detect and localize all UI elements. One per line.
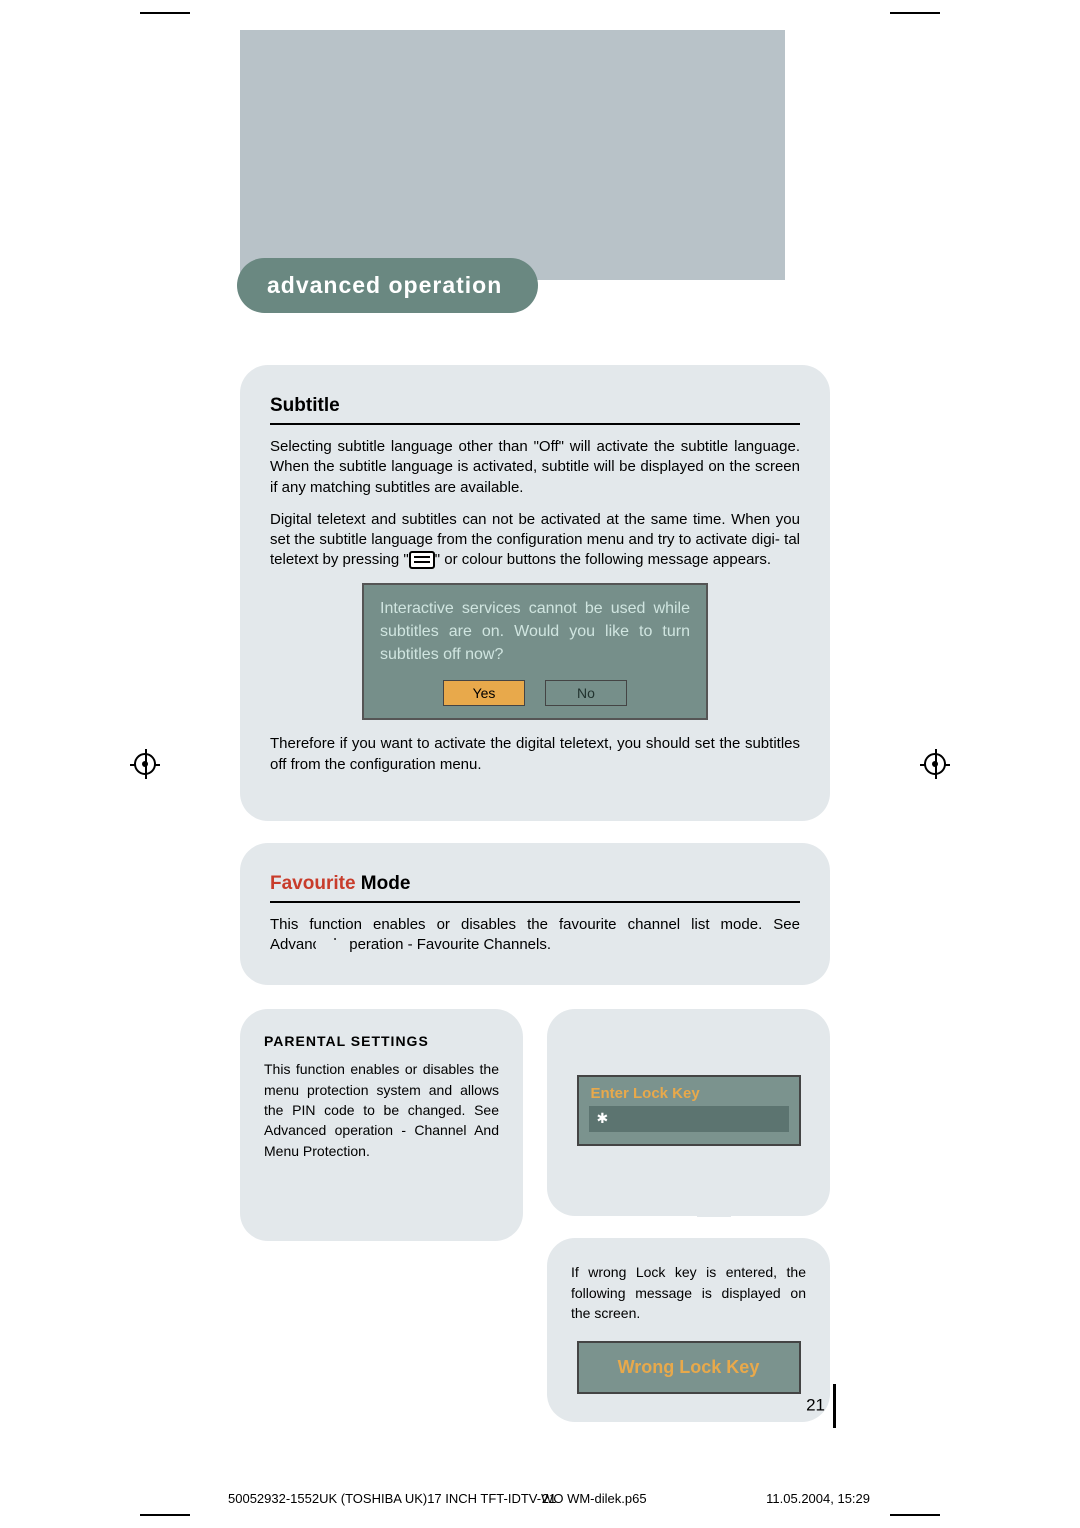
section-tab-advanced: advanced operation [237, 258, 538, 313]
crop-mark [140, 1514, 190, 1528]
wrong-key-card: If wrong Lock key is entered, the follow… [547, 1238, 830, 1422]
crop-mark [890, 1514, 940, 1528]
wrong-key-body: If wrong Lock key is entered, the follow… [571, 1262, 806, 1323]
print-footer: 50052932-1552UK (TOSHIBA UK)17 INCH TFT-… [228, 1490, 870, 1506]
connector [620, 940, 654, 968]
crop-mark [140, 0, 190, 14]
subtitle-card: Subtitle Selecting subtitle language oth… [240, 365, 830, 821]
masked-char-icon: ✱ [597, 1110, 609, 1127]
registration-mark [130, 749, 160, 779]
lock-key-input[interactable]: ✱ [589, 1106, 789, 1132]
crop-mark [890, 0, 940, 14]
connector [697, 1191, 731, 1217]
registration-mark [920, 749, 950, 779]
subtitle-heading: Subtitle [270, 395, 800, 425]
favourite-heading: Favourite Mode [270, 873, 800, 903]
dialog-no-button[interactable]: No [545, 680, 627, 706]
page-number: 21 [806, 1384, 836, 1428]
parental-body: This function enables or disables the me… [264, 1059, 499, 1160]
subtitle-p1: Selecting subtitle language other than "… [270, 437, 800, 498]
subtitle-off-dialog: Interactive services cannot be used whil… [362, 583, 708, 721]
footer-timestamp: 11.05.2004, 15:29 [766, 1491, 870, 1506]
footer-page: 21 [542, 1491, 556, 1506]
connector [316, 940, 350, 968]
dialog-text: Interactive services cannot be used whil… [380, 597, 690, 667]
subtitle-p2: Digital teletext and subtitles can not b… [270, 510, 800, 571]
connector [316, 778, 350, 808]
enter-key-header: Enter Lock Key [579, 1077, 799, 1106]
dialog-yes-button[interactable]: Yes [443, 680, 525, 706]
teletext-icon [409, 551, 435, 569]
parental-card: PARENTAL SETTINGS This function enables … [240, 1009, 523, 1241]
subtitle-p3: Therefore if you want to activate the di… [270, 734, 800, 775]
parental-heading: PARENTAL SETTINGS [264, 1033, 499, 1049]
page: advanced operation Subtitle Selecting su… [0, 0, 1080, 1528]
footer-filename: 50052932-1552UK (TOSHIBA UK)17 INCH TFT-… [228, 1491, 647, 1506]
enter-key-card: Enter Lock Key ✱ [547, 1009, 830, 1216]
enter-lock-key-dialog: Enter Lock Key ✱ [577, 1075, 801, 1146]
wrong-lock-key-banner: Wrong Lock Key [577, 1341, 801, 1394]
header-banner: advanced operation [240, 30, 830, 313]
